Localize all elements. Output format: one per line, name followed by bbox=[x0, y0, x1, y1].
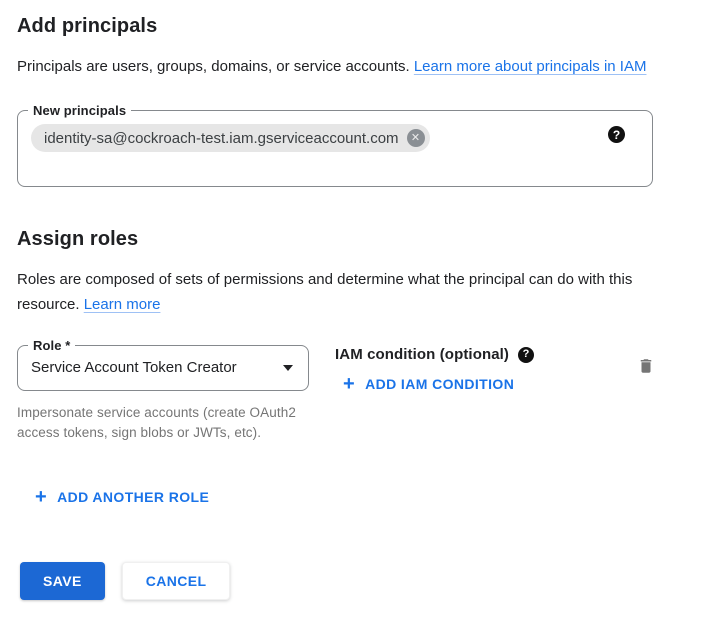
chevron-down-icon bbox=[283, 365, 293, 371]
role-column: Role * Service Account Token Creator Imp… bbox=[17, 345, 309, 443]
learn-more-principals-link[interactable]: Learn more about principals in IAM bbox=[414, 58, 647, 75]
principals-description: Principals are users, groups, domains, o… bbox=[17, 54, 669, 79]
new-principals-input[interactable]: New principals identity-sa@cockroach-tes… bbox=[17, 110, 653, 187]
dialog-actions: SAVE CANCEL bbox=[20, 562, 713, 600]
principals-description-text: Principals are users, groups, domains, o… bbox=[17, 58, 414, 75]
page-title: Add principals bbox=[17, 15, 713, 38]
delete-role-column bbox=[637, 345, 655, 381]
add-another-role-label: ADD ANOTHER ROLE bbox=[57, 489, 209, 505]
add-principals-panel: Add principals Principals are users, gro… bbox=[0, 0, 713, 600]
iam-condition-help-icon[interactable]: ? bbox=[518, 347, 534, 363]
role-row: Role * Service Account Token Creator Imp… bbox=[17, 345, 673, 443]
delete-role-button[interactable] bbox=[637, 356, 655, 376]
iam-condition-label: IAM condition (optional) bbox=[335, 346, 509, 363]
chip-remove-icon[interactable]: ✕ bbox=[407, 129, 425, 147]
learn-more-roles-link[interactable]: Learn more bbox=[84, 296, 161, 313]
plus-icon: + bbox=[343, 376, 355, 392]
save-button[interactable]: SAVE bbox=[20, 562, 105, 600]
add-iam-condition-button[interactable]: + ADD IAM CONDITION bbox=[343, 376, 514, 392]
assign-roles-title: Assign roles bbox=[17, 228, 713, 251]
plus-icon: + bbox=[35, 489, 47, 505]
new-principals-label: New principals bbox=[28, 102, 131, 119]
add-another-role-button[interactable]: + ADD ANOTHER ROLE bbox=[35, 489, 209, 505]
new-principals-help-icon[interactable]: ? bbox=[608, 126, 625, 143]
principal-chip[interactable]: identity-sa@cockroach-test.iam.gservicea… bbox=[31, 124, 430, 152]
role-label: Role * bbox=[28, 337, 75, 354]
role-helper-text: Impersonate service accounts (create OAu… bbox=[17, 403, 305, 443]
iam-condition-header: IAM condition (optional) ? bbox=[335, 346, 534, 363]
iam-condition-column: IAM condition (optional) ? + ADD IAM CON… bbox=[335, 345, 534, 392]
add-iam-condition-label: ADD IAM CONDITION bbox=[365, 376, 514, 392]
principal-chip-text: identity-sa@cockroach-test.iam.gservicea… bbox=[44, 130, 399, 147]
role-select[interactable]: Role * Service Account Token Creator bbox=[17, 345, 309, 391]
trash-icon bbox=[637, 356, 655, 376]
cancel-button[interactable]: CANCEL bbox=[122, 562, 231, 600]
roles-description: Roles are composed of sets of permission… bbox=[17, 267, 669, 317]
